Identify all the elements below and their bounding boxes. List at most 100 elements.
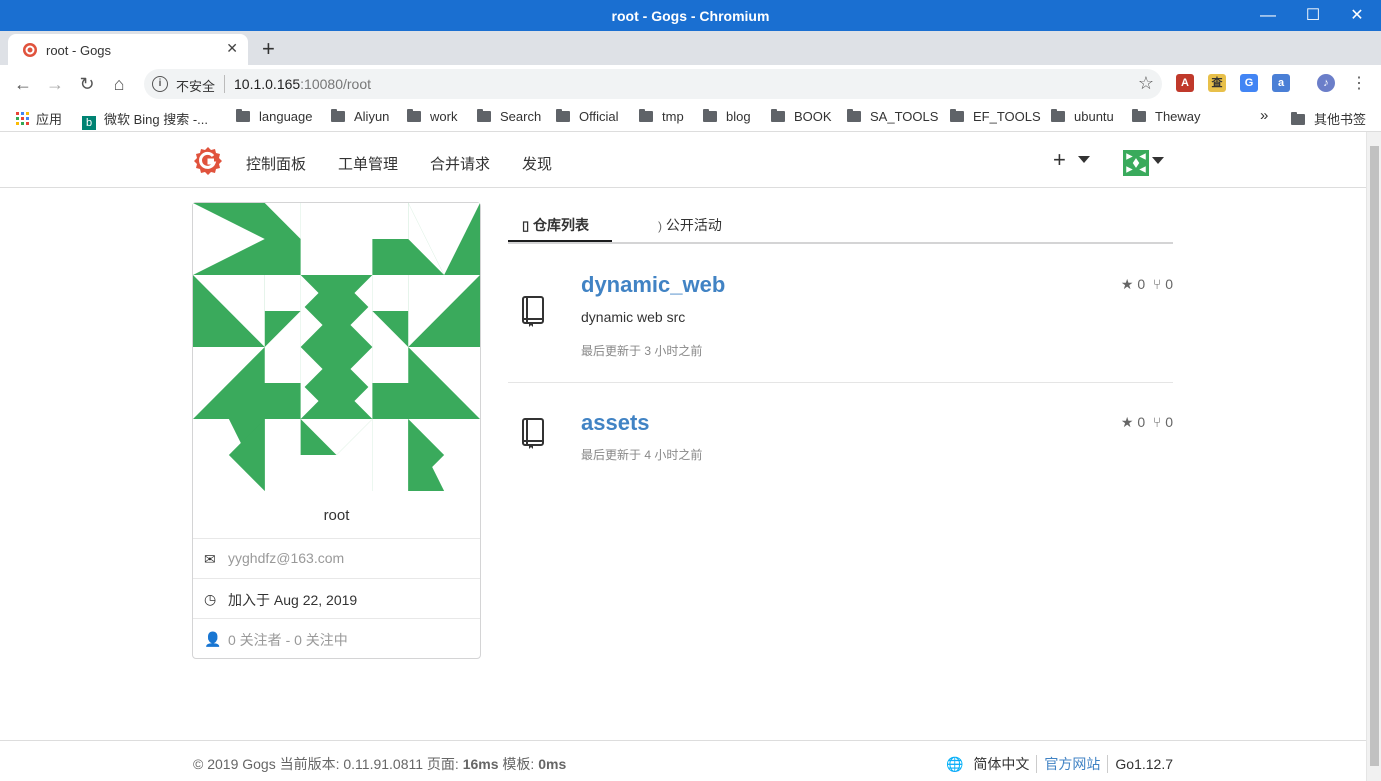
info-icon[interactable]: i (152, 76, 168, 92)
repo-book-icon (522, 418, 544, 449)
folder-icon (847, 109, 861, 122)
tab-repositories[interactable]: ▯ 仓库列表 (522, 215, 589, 235)
folder-icon (771, 109, 785, 122)
footer-page-time: 16ms (462, 756, 499, 772)
bookmark-folder-official[interactable]: Official (556, 109, 619, 124)
back-icon[interactable]: ← (12, 73, 34, 95)
user-avatar-icon[interactable] (1123, 150, 1149, 176)
nav-pull-requests[interactable]: 合并请求 (430, 153, 490, 174)
apps-grid-icon (16, 112, 29, 125)
bookmark-star-icon[interactable]: ☆ (1138, 73, 1154, 94)
profile-follow-row: 👤 0 关注者 - 0 关注中 (193, 618, 480, 658)
window-title: root - Gogs - Chromium (611, 8, 770, 24)
omnibox-separator (224, 75, 225, 93)
bookmark-apps[interactable]: 应用 (16, 109, 62, 128)
bookmark-folder-theway[interactable]: Theway (1132, 109, 1201, 124)
user-menu-caret-icon[interactable] (1152, 157, 1164, 164)
gogs-navbar: 控制面板 工单管理 合并请求 发现 + (0, 132, 1366, 188)
folder-icon (556, 109, 570, 122)
gogs-favicon-icon (23, 43, 37, 57)
security-label: 不安全 (176, 79, 216, 94)
bookmark-bing[interactable]: b 微软 Bing 搜索 -... (82, 109, 208, 130)
profile-icon[interactable]: ♪ (1317, 74, 1335, 92)
repo-description: dynamic web src (581, 309, 686, 325)
footer-separator (1107, 755, 1109, 773)
clock-icon: ◷ (204, 591, 217, 607)
footer-copyright: © 2019 Gogs 当前版本: 0.11.91.0811 页面: (193, 756, 463, 772)
gogs-logo-icon[interactable] (193, 146, 223, 176)
repo-stats: ★ 0 ⑂ 0 (1121, 414, 1173, 431)
person-icon: 👤 (204, 631, 222, 647)
caret-down-icon (1077, 156, 1090, 163)
page-scrollbar[interactable] (1366, 132, 1381, 781)
repo-divider (508, 382, 1173, 383)
bookmarks-overflow-icon[interactable]: » (1260, 107, 1268, 124)
close-window-button[interactable]: ✕ (1347, 6, 1367, 26)
gogs-page: 控制面板 工单管理 合并请求 发现 + root ✉ yyghdfz@163.c… (0, 132, 1366, 781)
profile-email[interactable]: yyghdfz@163.com (228, 550, 344, 566)
folder-icon (950, 109, 964, 122)
official-website-link[interactable]: 官方网站 (1044, 756, 1100, 772)
repo-name-link[interactable]: assets (581, 410, 650, 436)
folder-icon (407, 109, 421, 122)
bookmark-folder-label: blog (726, 109, 751, 124)
bookmark-folder-language[interactable]: language (236, 109, 313, 124)
dict-extension-icon[interactable]: 査 (1208, 74, 1226, 92)
scrollbar-thumb[interactable] (1370, 146, 1379, 766)
address-bar[interactable]: i 不安全 10.1.0.165:10080/root ☆ (144, 69, 1162, 99)
bookmark-folder-sa-tools[interactable]: SA_TOOLS (847, 109, 938, 124)
window-titlebar: root - Gogs - Chromium — ☐ ✕ (0, 0, 1381, 31)
globe-icon: 🌐 (946, 756, 964, 772)
bookmark-folder-tmp[interactable]: tmp (639, 109, 684, 124)
browser-tab-active[interactable]: root - Gogs ✕ (8, 34, 248, 65)
repo-name-link[interactable]: dynamic_web (581, 272, 725, 298)
star-icon: ★ (1120, 414, 1134, 430)
bookmark-folder-ef-tools[interactable]: EF_TOOLS (950, 109, 1041, 124)
bookmark-folder-book[interactable]: BOOK (771, 109, 832, 124)
folder-icon (331, 109, 345, 122)
bookmark-other[interactable]: 其他书签 (1291, 109, 1366, 128)
tab-public-activity[interactable]: ) 公开活动 (658, 215, 722, 235)
repo-item: dynamic_web dynamic web src 最后更新于 3 小时之前… (508, 262, 1173, 382)
url-text[interactable]: 10.1.0.165:10080/root (234, 76, 371, 92)
reload-icon[interactable]: ↻ (76, 73, 98, 95)
footer-links: 🌐 简体中文 官方网站 Go1.12.7 (946, 754, 1173, 774)
repo-item: assets 最后更新于 4 小时之前 ★ 0 ⑂ 0 (508, 400, 1173, 480)
translate2-extension-icon[interactable]: a (1272, 74, 1290, 92)
browser-toolbar: ← → ↻ ⌂ i 不安全 10.1.0.165:10080/root ☆ A … (0, 65, 1381, 102)
fork-icon: ⑂ (1152, 414, 1162, 430)
repo-stats: ★ 0 ⑂ 0 (1121, 276, 1173, 293)
footer-template-label: 模板: (498, 756, 539, 772)
go-version: Go1.12.7 (1115, 756, 1173, 772)
bookmark-folder-ubuntu[interactable]: ubuntu (1051, 109, 1114, 124)
folder-icon (1051, 109, 1065, 122)
folder-icon (639, 109, 653, 122)
profile-follow[interactable]: 0 关注者 - 0 关注中 (228, 630, 348, 650)
identicon-avatar (193, 203, 480, 491)
bookmark-folder-search[interactable]: Search (477, 109, 541, 124)
home-icon[interactable]: ⌂ (108, 73, 130, 95)
translate-extension-icon[interactable]: G (1240, 74, 1258, 92)
tab-activity-label: 公开活动 (665, 217, 722, 233)
nav-dashboard[interactable]: 控制面板 (246, 153, 306, 174)
profile-joined: 加入于 Aug 22, 2019 (228, 592, 358, 608)
nav-explore[interactable]: 发现 (522, 153, 552, 174)
profile-joined-row: ◷ 加入于 Aug 22, 2019 (193, 578, 480, 618)
forward-icon[interactable]: → (44, 73, 66, 95)
star-icon: ★ (1120, 276, 1134, 292)
language-selector[interactable]: 简体中文 (973, 756, 1029, 772)
maximize-button[interactable]: ☐ (1303, 6, 1323, 26)
bookmark-folder-work[interactable]: work (407, 109, 457, 124)
repo-updated: 最后更新于 3 小时之前 (581, 344, 703, 358)
new-tab-button[interactable]: + (262, 36, 275, 62)
a-extension-icon[interactable]: A (1176, 74, 1194, 92)
footer-template-time: 0ms (538, 756, 567, 772)
tab-close-icon[interactable]: ✕ (226, 40, 238, 57)
nav-issues[interactable]: 工单管理 (338, 153, 398, 174)
minimize-button[interactable]: — (1258, 6, 1278, 26)
menu-icon[interactable]: ⋮ (1348, 73, 1370, 95)
bookmark-folder-blog[interactable]: blog (703, 109, 751, 124)
repo-stars: 0 (1137, 276, 1146, 292)
bookmark-folder-aliyun[interactable]: Aliyun (331, 109, 389, 124)
create-new-button[interactable]: + (1053, 147, 1090, 173)
